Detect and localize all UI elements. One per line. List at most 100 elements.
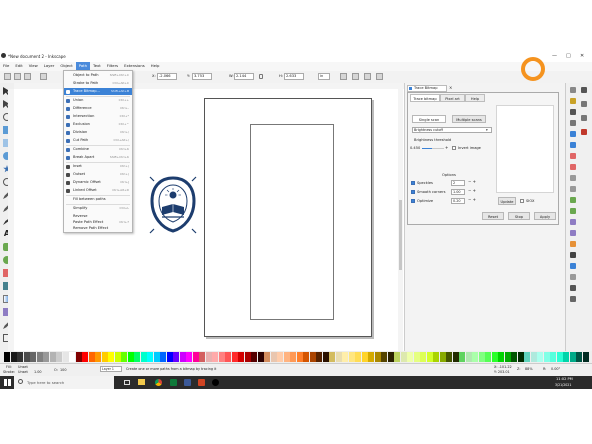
fill-stroke-icon[interactable]: [570, 241, 576, 247]
scale-stroke-icon[interactable]: [340, 73, 347, 80]
rotate-ccw-icon[interactable]: [40, 73, 47, 80]
palette-swatch[interactable]: [17, 352, 23, 362]
palette-swatch[interactable]: [212, 352, 218, 362]
palette-swatch[interactable]: [264, 352, 270, 362]
taskbar-app-icon[interactable]: [170, 379, 177, 386]
menu-item-remove-path-effect[interactable]: Remove Path Effect: [64, 225, 132, 232]
menu-text[interactable]: Text: [90, 62, 104, 70]
smooth-corners-checkbox[interactable]: [411, 190, 415, 194]
palette-swatch[interactable]: [43, 352, 49, 362]
palette-swatch[interactable]: [186, 352, 192, 362]
reset-button[interactable]: Reset: [482, 212, 504, 220]
menu-item-combine[interactable]: Combine Ctrl+K: [64, 146, 132, 153]
open-icon[interactable]: [570, 98, 576, 104]
palette-swatch[interactable]: [134, 352, 140, 362]
layers-icon[interactable]: [570, 263, 576, 269]
tab-pixel-art[interactable]: Pixel art: [440, 94, 465, 102]
minimize-button[interactable]: —: [552, 53, 557, 59]
palette-swatch[interactable]: [95, 352, 101, 362]
threshold-stepper[interactable]: +: [445, 145, 448, 150]
save-icon[interactable]: [570, 109, 576, 115]
move-patterns-icon[interactable]: [376, 73, 383, 80]
menu-item-cut-path[interactable]: Cut Path Ctrl+Alt+/: [64, 137, 132, 144]
menu-view[interactable]: View: [26, 62, 41, 70]
palette-swatch[interactable]: [36, 352, 43, 362]
menu-edit[interactable]: Edit: [12, 62, 25, 70]
speckles-field[interactable]: 2: [451, 180, 465, 186]
palette-swatch[interactable]: [348, 352, 355, 362]
w-field[interactable]: 2.144: [234, 73, 254, 80]
y-field[interactable]: 3.753: [192, 73, 212, 80]
palette-swatch[interactable]: [355, 352, 361, 362]
move-gradients-icon[interactable]: [364, 73, 371, 80]
preferences-icon[interactable]: [570, 296, 576, 302]
h-field[interactable]: 2.633: [284, 73, 304, 80]
lock-ratio-icon[interactable]: [259, 74, 263, 79]
palette-swatch[interactable]: [296, 352, 303, 362]
menu-item-inset[interactable]: Inset Ctrl+(: [64, 163, 132, 170]
palette-swatch[interactable]: [556, 352, 563, 362]
palette-swatch[interactable]: [192, 352, 199, 362]
task-view-icon[interactable]: [124, 380, 130, 385]
palette-swatch[interactable]: [238, 352, 244, 362]
palette-swatch[interactable]: [452, 352, 459, 362]
menu-layer[interactable]: Layer: [41, 62, 58, 70]
palette-swatch[interactable]: [420, 352, 426, 362]
palette-swatch[interactable]: [257, 352, 264, 362]
new-document-icon[interactable]: [570, 87, 576, 93]
palette-swatch[interactable]: [374, 352, 381, 362]
snap-bbox-icon[interactable]: [581, 101, 587, 107]
palette-swatch[interactable]: [413, 352, 420, 362]
palette-swatch[interactable]: [316, 352, 322, 362]
siox-checkbox[interactable]: [520, 199, 524, 203]
menu-object[interactable]: Object: [57, 62, 75, 70]
palette-swatch[interactable]: [82, 352, 88, 362]
undo-icon[interactable]: [570, 153, 576, 159]
palette-swatch[interactable]: [329, 352, 335, 362]
snap-nodes-icon[interactable]: [581, 115, 587, 121]
apply-button[interactable]: Apply: [534, 212, 556, 220]
redo-icon[interactable]: [570, 164, 576, 170]
palette-swatch[interactable]: [114, 352, 121, 362]
palette-swatch[interactable]: [153, 352, 160, 362]
palette-swatch[interactable]: [524, 352, 530, 362]
select-all-icon[interactable]: [4, 73, 11, 80]
snap-guide-icon[interactable]: [581, 129, 587, 135]
palette-swatch[interactable]: [342, 352, 348, 362]
duplicate-icon[interactable]: [570, 208, 576, 214]
menu-item-fill-between-paths[interactable]: Fill between paths: [64, 196, 132, 203]
menu-item-division[interactable]: Division Ctrl+/: [64, 129, 132, 136]
palette-swatch[interactable]: [504, 352, 511, 362]
menu-item-object-to-path[interactable]: Object to Path Shift+Ctrl+C: [64, 72, 132, 79]
opacity-value[interactable]: 100: [60, 368, 66, 372]
palette-swatch[interactable]: [88, 352, 95, 362]
palette-swatch[interactable]: [309, 352, 316, 362]
palette-swatch[interactable]: [277, 352, 283, 362]
export-icon[interactable]: [570, 142, 576, 148]
multiple-scans-button[interactable]: Multiple scans: [452, 115, 486, 123]
university-seal-bitmap[interactable]: [148, 173, 198, 235]
palette-swatch[interactable]: [140, 352, 147, 362]
palette-swatch[interactable]: [179, 352, 186, 362]
deselect-icon[interactable]: [24, 73, 31, 80]
palette-swatch[interactable]: [290, 352, 296, 362]
file-explorer-icon[interactable]: [138, 379, 145, 385]
optimize-field[interactable]: 0.20: [451, 198, 465, 204]
palette-swatch[interactable]: [166, 352, 173, 362]
taskbar-app-icon[interactable]: [198, 379, 205, 386]
windows-start-icon[interactable]: [4, 379, 11, 386]
palette-swatch[interactable]: [387, 352, 394, 362]
palette-swatch[interactable]: [530, 352, 537, 362]
palette-swatch[interactable]: [30, 352, 36, 362]
vertical-scrollbar-thumb[interactable]: [399, 200, 402, 270]
x-field[interactable]: -2.066: [157, 73, 177, 80]
palette-swatch[interactable]: [75, 352, 82, 362]
palette-swatch[interactable]: [56, 352, 62, 362]
palette-swatch[interactable]: [426, 352, 433, 362]
scale-corners-icon[interactable]: [352, 73, 359, 80]
optimize-checkbox[interactable]: [411, 199, 415, 203]
menu-item-difference[interactable]: Difference Ctrl+-: [64, 105, 132, 112]
palette-swatch[interactable]: [160, 352, 166, 362]
palette-swatch[interactable]: [517, 352, 524, 362]
palette-swatch[interactable]: [407, 352, 413, 362]
